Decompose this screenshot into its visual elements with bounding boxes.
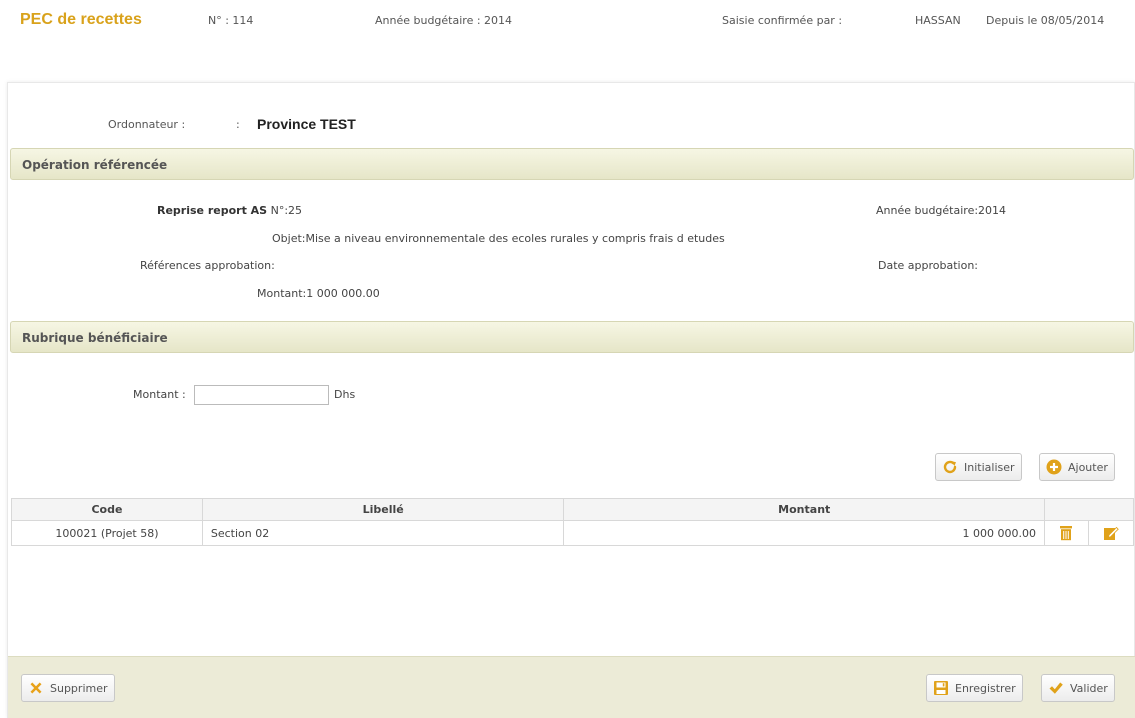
row-code: 100021 (Projet 58) (11, 520, 203, 546)
ajouter-label: Ajouter (1068, 460, 1108, 474)
references-approbation-label: Références approbation: (140, 259, 275, 272)
operation-number: N°:25 (270, 204, 303, 217)
column-header-code[interactable]: Code (11, 498, 203, 521)
trash-icon[interactable] (1045, 521, 1089, 545)
montant-unit: Dhs (334, 388, 356, 401)
montant-input[interactable] (194, 385, 329, 405)
row-montant: 1 000 000.00 (563, 520, 1045, 546)
ordonnateur-value: Province TEST (257, 116, 356, 132)
initialiser-button[interactable]: Initialiser (935, 453, 1022, 481)
row-libelle: Section 02 (201, 520, 565, 546)
ordonnateur-separator: : (236, 118, 240, 131)
column-header-actions (1043, 498, 1135, 521)
top-bar: PEC de recettes N° : 114 Année budgétair… (0, 0, 1135, 44)
row-actions (1043, 520, 1135, 546)
valider-label: Valider (1070, 681, 1108, 695)
refresh-icon (941, 458, 959, 476)
ajouter-button[interactable]: Ajouter (1039, 453, 1115, 481)
save-icon (932, 679, 950, 697)
montant-label: Montant : (133, 388, 186, 401)
operation-type: Reprise report AS (157, 204, 268, 217)
confirmed-date: Depuis le 08/05/2014 (986, 14, 1105, 27)
plus-circle-icon (1045, 458, 1063, 476)
table-header-row: Code Libellé Montant (11, 498, 1135, 521)
column-header-montant[interactable]: Montant (563, 498, 1045, 521)
section-rubrique-header: Rubrique bénéficiaire (10, 321, 1134, 353)
page-title: PEC de recettes (20, 11, 142, 28)
operation-reference: Reprise report AS N°:25 (157, 204, 302, 217)
valider-button[interactable]: Valider (1041, 674, 1115, 702)
check-icon (1047, 679, 1065, 697)
section-operation-title: Opération référencée (22, 158, 168, 172)
enregistrer-label: Enregistrer (955, 681, 1016, 695)
ordonnateur-label: Ordonnateur : (108, 118, 186, 131)
table-row[interactable]: 100021 (Projet 58) Section 02 1 000 000.… (11, 520, 1135, 546)
budget-year: Année budgétaire : 2014 (375, 14, 513, 27)
operation-budget-year: Année budgétaire:2014 (876, 204, 1007, 217)
date-approbation-label: Date approbation: (878, 259, 979, 272)
enregistrer-button[interactable]: Enregistrer (926, 674, 1023, 702)
edit-icon[interactable] (1089, 521, 1133, 545)
operation-montant: Montant:1 000 000.00 (257, 287, 380, 300)
confirmed-by-user: HASSAN (915, 14, 961, 27)
section-rubrique-title: Rubrique bénéficiaire (22, 331, 168, 345)
column-header-libelle[interactable]: Libellé (201, 498, 565, 521)
initialiser-label: Initialiser (964, 460, 1015, 474)
document-number: N° : 114 (208, 14, 254, 27)
supprimer-label: Supprimer (50, 681, 108, 695)
supprimer-button[interactable]: Supprimer (21, 674, 115, 702)
beneficiary-table: Code Libellé Montant 100021 (Projet 58) … (11, 498, 1135, 546)
section-operation-header: Opération référencée (10, 148, 1134, 180)
operation-objet: Objet:Mise a niveau environnementale des… (272, 232, 725, 245)
confirmed-by-label: Saisie confirmée par : (722, 14, 843, 27)
x-icon (27, 679, 45, 697)
